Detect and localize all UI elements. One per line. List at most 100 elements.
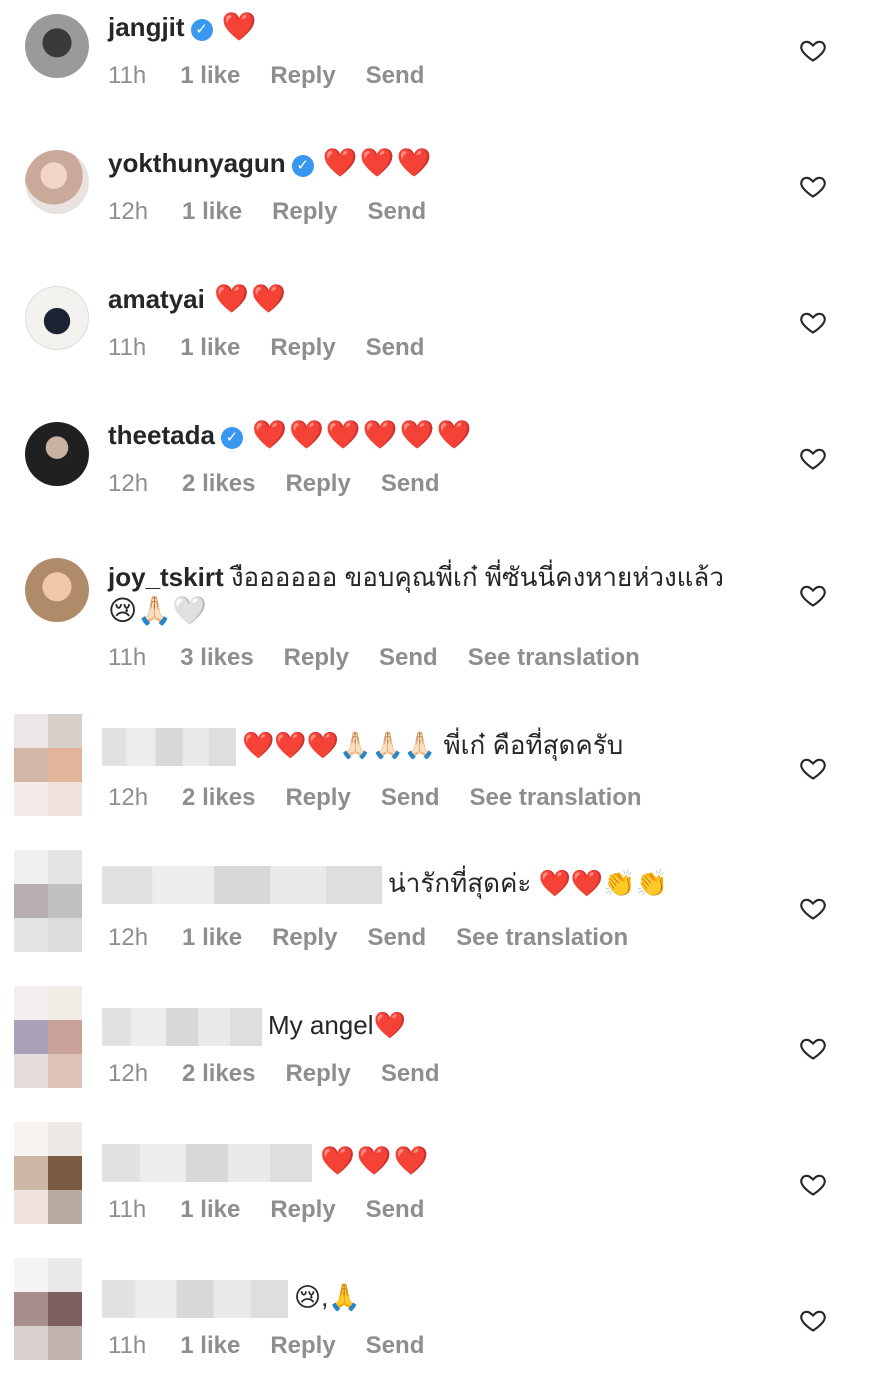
- username-blurred: [102, 1144, 312, 1183]
- comment-meta: 11h 3 likes Reply Send See translation: [108, 644, 670, 672]
- comment-text: น่ารักที่สุดค่ะ ❤️❤️👏👏: [388, 868, 669, 898]
- see-translation-button[interactable]: See translation: [456, 924, 628, 951]
- comment-meta: 12h 2 likes Reply Send: [108, 470, 470, 498]
- comment-meta: 12h 2 likes Reply Send: [108, 1060, 470, 1088]
- comment-text: ❤️❤️❤️: [320, 1145, 431, 1176]
- username-blurred: [102, 728, 236, 767]
- comment-body: ❤️❤️❤️: [102, 1144, 431, 1183]
- comment-meta: 11h 1 like Reply Send: [108, 1196, 454, 1224]
- heart-outline-icon[interactable]: [799, 754, 827, 782]
- send-button[interactable]: Send: [366, 334, 425, 361]
- reply-button[interactable]: Reply: [272, 924, 337, 951]
- likes-count[interactable]: 1 like: [182, 924, 242, 951]
- verified-badge-icon: ✓: [291, 155, 314, 177]
- reply-button[interactable]: Reply: [284, 644, 349, 671]
- send-button[interactable]: Send: [367, 198, 426, 225]
- comment-body: My angel❤️: [102, 1008, 406, 1047]
- username[interactable]: joy_tskirt: [108, 562, 224, 592]
- likes-count[interactable]: 2 likes: [182, 470, 255, 497]
- likes-count[interactable]: 1 like: [180, 62, 240, 89]
- username-blurred: [102, 866, 382, 905]
- comment-text: งืออออออ ขอบคุณพี่เก๋ พี่ซันนี่คงหายห่วง…: [230, 562, 724, 592]
- reply-button[interactable]: Reply: [285, 470, 350, 497]
- comment-body: ❤️❤️❤️🙏🏻🙏🏻🙏🏻 พี่เก๋ คือที่สุดครับ: [102, 728, 624, 767]
- see-translation-button[interactable]: See translation: [470, 784, 642, 811]
- heart-outline-icon[interactable]: [799, 444, 827, 472]
- username[interactable]: jangjit: [108, 12, 185, 42]
- avatar[interactable]: [25, 150, 89, 214]
- see-translation-button[interactable]: See translation: [468, 644, 640, 671]
- reply-button[interactable]: Reply: [270, 1196, 335, 1223]
- heart-outline-icon[interactable]: [799, 581, 827, 609]
- likes-count[interactable]: 3 likes: [180, 644, 253, 671]
- comment-time: 12h: [108, 470, 149, 497]
- comment-text-emoji: 😢🙏🏻🤍: [108, 595, 207, 626]
- heart-outline-icon[interactable]: [799, 172, 827, 200]
- send-button[interactable]: Send: [366, 1332, 425, 1359]
- comment-text: My angel❤️: [268, 1010, 406, 1040]
- comment-body: theetada ✓ ❤️❤️❤️❤️❤️❤️: [108, 418, 473, 452]
- likes-count[interactable]: 1 like: [180, 1196, 240, 1223]
- comment-text: ❤️❤️❤️🙏🏻🙏🏻🙏🏻 พี่เก๋ คือที่สุดครับ: [242, 730, 624, 760]
- send-button[interactable]: Send: [381, 784, 440, 811]
- avatar-pixelated[interactable]: [14, 986, 82, 1088]
- heart-outline-icon[interactable]: [799, 894, 827, 922]
- reply-button[interactable]: Reply: [270, 334, 335, 361]
- heart-outline-icon[interactable]: [799, 1306, 827, 1334]
- heart-outline-icon[interactable]: [799, 1170, 827, 1198]
- verified-badge-icon: ✓: [220, 427, 243, 449]
- comment-body: amatyai ❤️❤️: [108, 282, 288, 316]
- username[interactable]: amatyai: [108, 284, 205, 314]
- send-button[interactable]: Send: [366, 62, 425, 89]
- reply-button[interactable]: Reply: [285, 1060, 350, 1087]
- send-button[interactable]: Send: [381, 470, 440, 497]
- comment-meta: 12h 1 like Reply Send See translation: [108, 924, 658, 952]
- comment-body: 😢,🙏: [102, 1280, 361, 1319]
- avatar[interactable]: [25, 422, 89, 486]
- send-button[interactable]: Send: [379, 644, 438, 671]
- likes-count[interactable]: 1 like: [180, 1332, 240, 1359]
- username[interactable]: theetada: [108, 420, 215, 450]
- comment-body: น่ารักที่สุดค่ะ ❤️❤️👏👏: [102, 866, 669, 905]
- comment-time: 11h: [108, 334, 147, 361]
- reply-button[interactable]: Reply: [272, 198, 337, 225]
- likes-count[interactable]: 1 like: [180, 334, 240, 361]
- reply-button[interactable]: Reply: [285, 784, 350, 811]
- comment-text: ❤️❤️❤️: [322, 147, 434, 178]
- avatar-pixelated[interactable]: [14, 1122, 82, 1224]
- likes-count[interactable]: 1 like: [182, 198, 242, 225]
- heart-outline-icon[interactable]: [799, 36, 827, 64]
- comment-meta: 11h 1 like Reply Send: [108, 334, 454, 362]
- comment-time: 11h: [108, 62, 147, 89]
- reply-button[interactable]: Reply: [270, 1332, 335, 1359]
- comment-text: 😢,🙏: [294, 1282, 361, 1312]
- comment-time: 12h: [108, 1060, 149, 1087]
- comment-meta: 11h 1 like Reply Send: [108, 62, 454, 90]
- username-blurred: [102, 1280, 288, 1319]
- avatar[interactable]: [25, 286, 89, 350]
- username[interactable]: yokthunyagun: [108, 148, 286, 178]
- send-button[interactable]: Send: [366, 1196, 425, 1223]
- heart-outline-icon[interactable]: [799, 1034, 827, 1062]
- likes-count[interactable]: 2 likes: [182, 1060, 255, 1087]
- reply-button[interactable]: Reply: [270, 62, 335, 89]
- avatar-pixelated[interactable]: [14, 714, 82, 816]
- comment-body: joy_tskirt งืออออออ ขอบคุณพี่เก๋ พี่ซันน…: [108, 560, 724, 594]
- avatar[interactable]: [25, 14, 89, 78]
- username-blurred: [102, 1008, 262, 1047]
- avatar-pixelated[interactable]: [14, 850, 82, 952]
- comment-meta: 11h 1 like Reply Send: [108, 1332, 454, 1360]
- avatar-pixelated[interactable]: [14, 1258, 82, 1360]
- send-button[interactable]: Send: [367, 924, 426, 951]
- comment-time: 11h: [108, 1332, 147, 1359]
- heart-outline-icon[interactable]: [799, 308, 827, 336]
- comment-time: 12h: [108, 924, 149, 951]
- comment-time: 11h: [108, 644, 147, 671]
- likes-count[interactable]: 2 likes: [182, 784, 255, 811]
- avatar[interactable]: [25, 558, 89, 622]
- comment-meta: 12h 1 like Reply Send: [108, 198, 456, 226]
- send-button[interactable]: Send: [381, 1060, 440, 1087]
- comment-text: ❤️❤️: [214, 283, 288, 314]
- comment-body: jangjit ✓ ❤️: [108, 10, 259, 44]
- comment-time: 12h: [108, 784, 149, 811]
